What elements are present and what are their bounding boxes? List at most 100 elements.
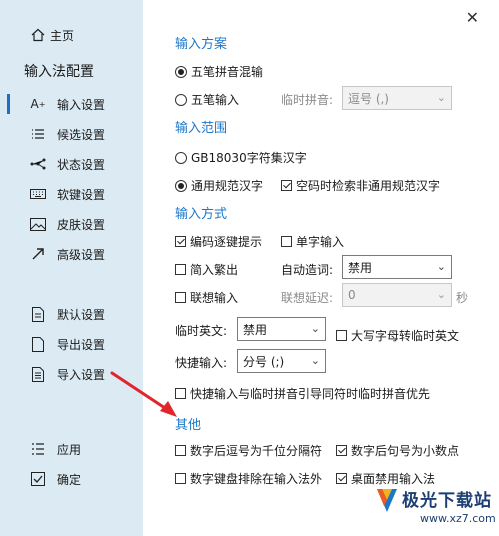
default-settings-label: 默认设置 bbox=[57, 307, 106, 322]
import-settings-label: 导入设置 bbox=[57, 367, 106, 382]
ok-button[interactable]: 确定 bbox=[0, 466, 143, 492]
settings-panel: ✕ 输入方案 五笔拼音混输 五笔输入 临时拼音: 逗号 (,) ⌄ 输入范围 G… bbox=[143, 0, 499, 536]
checkbox-label: 简入繁出 bbox=[190, 263, 239, 277]
auto-word-select[interactable]: 禁用 ⌄ bbox=[342, 255, 452, 279]
temp-pinyin-label: 临时拼音: bbox=[281, 93, 334, 107]
radio-label: 五笔输入 bbox=[191, 93, 240, 107]
status-nodes-icon bbox=[30, 156, 46, 172]
checkbox[interactable] bbox=[281, 236, 292, 247]
chevron-down-icon: ⌄ bbox=[310, 354, 320, 367]
sidebar-item-label: 状态设置 bbox=[57, 157, 106, 172]
checkbox-label: 联想输入 bbox=[190, 291, 239, 305]
radio-gb18030[interactable]: GB18030字符集汉字 bbox=[175, 149, 307, 166]
chevron-down-icon: ⌄ bbox=[310, 322, 320, 335]
radio-button[interactable] bbox=[175, 93, 187, 106]
radio-label: GB18030字符集汉字 bbox=[191, 151, 307, 165]
assoc-delay-unit: 秒 bbox=[456, 291, 469, 305]
watermark: 极光下载站 www.xz7.com bbox=[360, 478, 499, 536]
config-title: 输入法配置 bbox=[24, 64, 94, 80]
import-doc-icon bbox=[30, 366, 46, 382]
checkbox-assoc-input[interactable]: 联想输入 bbox=[175, 289, 238, 306]
home-icon bbox=[30, 27, 46, 43]
checkbox-label: 单字输入 bbox=[296, 235, 345, 249]
radio-button[interactable] bbox=[175, 179, 187, 192]
export-settings-button[interactable]: 导出设置 bbox=[0, 331, 143, 357]
apply-label: 应用 bbox=[57, 442, 82, 457]
checkbox-label: 大写字母转临时英文 bbox=[351, 329, 460, 343]
checkbox-label: 数字后逗号为千位分隔符 bbox=[190, 444, 323, 458]
temp-english-select[interactable]: 禁用 ⌄ bbox=[237, 317, 326, 341]
sidebar-item-status-settings[interactable]: 状态设置 bbox=[0, 151, 143, 177]
sidebar-item-softkey-settings[interactable]: 软键设置 bbox=[0, 181, 143, 207]
watermark-brand: 极光下载站 bbox=[402, 491, 492, 511]
temp-pinyin-select[interactable]: 逗号 (,) ⌄ bbox=[342, 86, 452, 110]
sidebar-item-skin-settings[interactable]: 皮肤设置 bbox=[0, 211, 143, 237]
sidebar: 主页 输入法配置 A + 输入设置 候选设置 状态设置 软键设置 皮肤设置 高级设… bbox=[0, 0, 143, 536]
checkbox-thousand-separator[interactable]: 数字后逗号为千位分隔符 bbox=[175, 442, 322, 459]
assoc-delay-select[interactable]: 0 ⌄ bbox=[342, 283, 452, 307]
checkbox-numpad-exclude[interactable]: 数字键盘排除在输入法外 bbox=[175, 470, 322, 487]
checkbox[interactable] bbox=[281, 180, 292, 191]
chevron-down-icon: ⌄ bbox=[436, 260, 446, 273]
checkbox-simp-to-trad[interactable]: 简入繁出 bbox=[175, 261, 238, 278]
checkbox[interactable] bbox=[336, 473, 347, 484]
checkbox-label: 快捷输入与临时拼音引导同符时临时拼音优先 bbox=[190, 387, 431, 401]
sidebar-item-advanced-settings[interactable]: 高级设置 bbox=[0, 241, 143, 267]
active-indicator bbox=[7, 94, 10, 114]
checkbox-label: 数字键盘排除在输入法外 bbox=[190, 472, 323, 486]
checkbox-decimal-point[interactable]: 数字后句号为小数点 bbox=[336, 442, 459, 459]
sidebar-item-label: 候选设置 bbox=[57, 127, 106, 142]
checkbox-code-hint[interactable]: 编码逐键提示 bbox=[175, 233, 262, 250]
radio-label: 五笔拼音混输 bbox=[191, 65, 264, 79]
radio-button[interactable] bbox=[175, 151, 187, 164]
sidebar-item-label: 软键设置 bbox=[57, 187, 106, 202]
shortcut-select[interactable]: 分号 (;) ⌄ bbox=[237, 349, 326, 373]
select-value: 分号 (;) bbox=[243, 354, 285, 369]
sidebar-item-label: 皮肤设置 bbox=[57, 217, 106, 232]
checkbox[interactable] bbox=[175, 264, 186, 275]
radio-standard-chars[interactable]: 通用规范汉字 bbox=[175, 177, 263, 194]
checkbox-label: 数字后句号为小数点 bbox=[351, 444, 460, 458]
default-doc-icon bbox=[30, 306, 46, 322]
ok-label: 确定 bbox=[57, 472, 82, 487]
apply-button[interactable]: 应用 bbox=[0, 436, 143, 462]
radio-wubi[interactable]: 五笔输入 bbox=[175, 91, 239, 108]
checkbox[interactable] bbox=[336, 445, 347, 456]
checkbox-single-char[interactable]: 单字输入 bbox=[281, 233, 344, 250]
apply-list-icon bbox=[30, 441, 46, 457]
checkbox[interactable] bbox=[175, 388, 186, 399]
export-doc-icon bbox=[30, 336, 46, 352]
sidebar-home-label: 主页 bbox=[50, 28, 75, 43]
shortcut-label: 快捷输入: bbox=[175, 356, 228, 370]
select-value: 逗号 (,) bbox=[348, 91, 389, 106]
auto-word-label: 自动造词: bbox=[281, 263, 334, 277]
chevron-down-icon: ⌄ bbox=[436, 91, 446, 104]
section-title-range: 输入范围 bbox=[175, 121, 228, 136]
sidebar-home[interactable]: 主页 bbox=[0, 22, 143, 48]
export-settings-label: 导出设置 bbox=[57, 337, 106, 352]
checkbox-shortcut-priority[interactable]: 快捷输入与临时拼音引导同符时临时拼音优先 bbox=[175, 385, 430, 402]
checkbox-caps-temp-english[interactable]: 大写字母转临时英文 bbox=[336, 327, 459, 344]
section-title-method: 输入方式 bbox=[175, 207, 228, 222]
import-settings-button[interactable]: 导入设置 bbox=[0, 361, 143, 387]
close-icon[interactable]: ✕ bbox=[466, 8, 479, 27]
radio-button[interactable] bbox=[175, 65, 187, 78]
checkbox[interactable] bbox=[336, 330, 347, 341]
select-value: 禁用 bbox=[243, 322, 268, 337]
checkbox-empty-code-search[interactable]: 空码时检索非通用规范汉字 bbox=[281, 177, 440, 194]
sidebar-item-input-settings[interactable]: A + 输入设置 bbox=[0, 91, 143, 117]
sidebar-item-candidate-settings[interactable]: 候选设置 bbox=[0, 121, 143, 147]
section-title-other: 其他 bbox=[175, 418, 202, 433]
checkbox[interactable] bbox=[175, 473, 186, 484]
watermark-logo-icon bbox=[377, 489, 397, 512]
select-value: 0 bbox=[348, 288, 356, 302]
checkbox[interactable] bbox=[175, 236, 186, 247]
temp-english-label: 临时英文: bbox=[175, 324, 228, 338]
default-settings-button[interactable]: 默认设置 bbox=[0, 301, 143, 327]
checkbox[interactable] bbox=[175, 445, 186, 456]
checkbox-label: 编码逐键提示 bbox=[190, 235, 263, 249]
keyboard-icon bbox=[30, 186, 46, 202]
font-size-icon: A + bbox=[30, 97, 46, 111]
checkbox[interactable] bbox=[175, 292, 186, 303]
radio-wubi-pinyin[interactable]: 五笔拼音混输 bbox=[175, 63, 263, 80]
